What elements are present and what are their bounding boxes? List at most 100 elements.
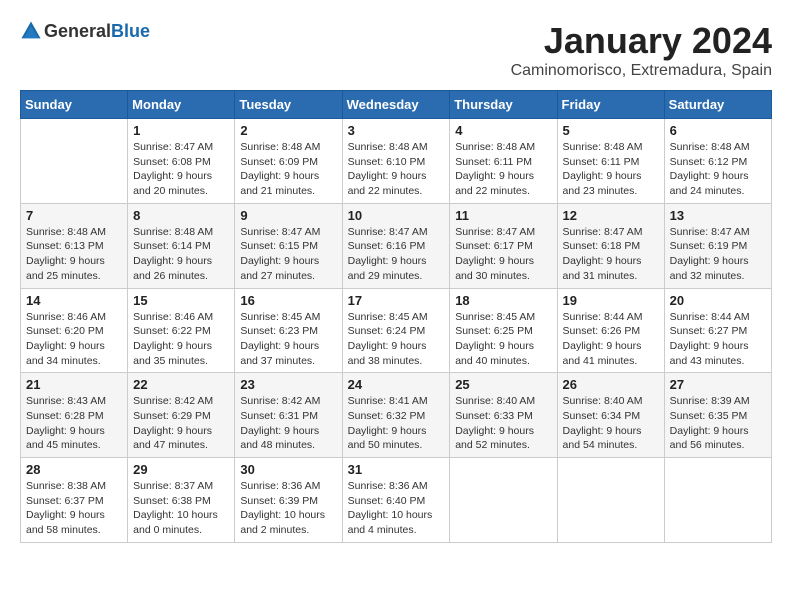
day-details: Sunrise: 8:47 AMSunset: 6:19 PMDaylight:…	[670, 225, 766, 284]
day-details: Sunrise: 8:47 AMSunset: 6:16 PMDaylight:…	[348, 225, 445, 284]
day-number: 1	[133, 123, 229, 138]
header-friday: Friday	[557, 91, 664, 119]
day-number: 2	[240, 123, 336, 138]
week-row-5: 28 Sunrise: 8:38 AMSunset: 6:37 PMDayligh…	[21, 458, 772, 543]
day-details: Sunrise: 8:48 AMSunset: 6:10 PMDaylight:…	[348, 140, 445, 199]
day-cell: 7Sunrise: 8:48 AMSunset: 6:13 PMDaylight…	[21, 203, 128, 288]
day-details: Sunrise: 8:43 AMSunset: 6:28 PMDaylight:…	[26, 394, 122, 453]
day-number: 14	[26, 293, 122, 308]
day-cell: 8Sunrise: 8:48 AMSunset: 6:14 PMDaylight…	[128, 203, 235, 288]
day-details: Sunrise: 8:48 AMSunset: 6:09 PMDaylight:…	[240, 140, 336, 199]
day-number: 24	[348, 377, 445, 392]
day-number: 27	[670, 377, 766, 392]
day-cell: 20Sunrise: 8:44 AMSunset: 6:27 PMDayligh…	[664, 288, 771, 373]
day-number: 23	[240, 377, 336, 392]
day-number: 31	[348, 462, 445, 477]
calendar-table: SundayMondayTuesdayWednesdayThursdayFrid…	[20, 90, 772, 543]
day-number: 29	[133, 462, 229, 477]
header-thursday: Thursday	[450, 91, 557, 119]
header-row: SundayMondayTuesdayWednesdayThursdayFrid…	[21, 91, 772, 119]
day-details: Sunrise: 8:47 AMSunset: 6:18 PMDaylight:…	[563, 225, 659, 284]
day-details: Sunrise: 8:39 AMSunset: 6:35 PMDaylight:…	[670, 394, 766, 453]
day-number: 12	[563, 208, 659, 223]
day-details: Sunrise: 8:45 AMSunset: 6:25 PMDaylight:…	[455, 310, 551, 369]
day-cell: 4 Sunrise: 8:48 AMSunset: 6:11 PMDaylight…	[450, 119, 557, 204]
day-cell: 2 Sunrise: 8:48 AMSunset: 6:09 PMDaylight…	[235, 119, 342, 204]
day-details: Sunrise: 8:48 AMSunset: 6:13 PMDaylight:…	[26, 225, 122, 284]
day-details: Sunrise: 8:42 AMSunset: 6:29 PMDaylight:…	[133, 394, 229, 453]
day-details: Sunrise: 8:40 AMSunset: 6:33 PMDaylight:…	[455, 394, 551, 453]
day-details: Sunrise: 8:44 AMSunset: 6:27 PMDaylight:…	[670, 310, 766, 369]
month-title: January 2024	[511, 20, 772, 62]
day-cell: 10 Sunrise: 8:47 AMSunset: 6:16 PMDayligh…	[342, 203, 450, 288]
week-row-1: 1 Sunrise: 8:47 AMSunset: 6:08 PMDaylight…	[21, 119, 772, 204]
location-subtitle: Caminomorisco, Extremadura, Spain	[511, 62, 772, 80]
day-cell: 25 Sunrise: 8:40 AMSunset: 6:33 PMDayligh…	[450, 373, 557, 458]
header-tuesday: Tuesday	[235, 91, 342, 119]
day-number: 3	[348, 123, 445, 138]
day-details: Sunrise: 8:48 AMSunset: 6:12 PMDaylight:…	[670, 140, 766, 199]
day-number: 19	[563, 293, 659, 308]
day-number: 25	[455, 377, 551, 392]
day-cell: 12 Sunrise: 8:47 AMSunset: 6:18 PMDayligh…	[557, 203, 664, 288]
day-number: 16	[240, 293, 336, 308]
day-number: 10	[348, 208, 445, 223]
day-cell	[21, 119, 128, 204]
day-details: Sunrise: 8:37 AMSunset: 6:38 PMDaylight:…	[133, 479, 229, 538]
day-details: Sunrise: 8:48 AMSunset: 6:14 PMDaylight:…	[133, 225, 229, 284]
day-cell: 27 Sunrise: 8:39 AMSunset: 6:35 PMDayligh…	[664, 373, 771, 458]
day-number: 11	[455, 208, 551, 223]
day-number: 4	[455, 123, 551, 138]
day-cell: 14Sunrise: 8:46 AMSunset: 6:20 PMDayligh…	[21, 288, 128, 373]
logo-blue: Blue	[111, 21, 150, 41]
week-row-3: 14Sunrise: 8:46 AMSunset: 6:20 PMDayligh…	[21, 288, 772, 373]
day-details: Sunrise: 8:44 AMSunset: 6:26 PMDaylight:…	[563, 310, 659, 369]
day-cell: 16 Sunrise: 8:45 AMSunset: 6:23 PMDayligh…	[235, 288, 342, 373]
day-number: 5	[563, 123, 659, 138]
week-row-4: 21 Sunrise: 8:43 AMSunset: 6:28 PMDayligh…	[21, 373, 772, 458]
header: GeneralBlue January 2024 Caminomorisco, …	[20, 20, 772, 80]
day-details: Sunrise: 8:48 AMSunset: 6:11 PMDaylight:…	[455, 140, 551, 199]
day-number: 13	[670, 208, 766, 223]
day-number: 15	[133, 293, 229, 308]
day-number: 22	[133, 377, 229, 392]
day-number: 18	[455, 293, 551, 308]
day-number: 28	[26, 462, 122, 477]
day-cell: 18 Sunrise: 8:45 AMSunset: 6:25 PMDayligh…	[450, 288, 557, 373]
day-cell: 24 Sunrise: 8:41 AMSunset: 6:32 PMDayligh…	[342, 373, 450, 458]
title-area: January 2024 Caminomorisco, Extremadura,…	[511, 20, 772, 80]
day-details: Sunrise: 8:36 AMSunset: 6:39 PMDaylight:…	[240, 479, 336, 538]
day-details: Sunrise: 8:48 AMSunset: 6:11 PMDaylight:…	[563, 140, 659, 199]
day-cell: 31 Sunrise: 8:36 AMSunset: 6:40 PMDayligh…	[342, 458, 450, 543]
day-cell: 11 Sunrise: 8:47 AMSunset: 6:17 PMDayligh…	[450, 203, 557, 288]
header-saturday: Saturday	[664, 91, 771, 119]
day-number: 21	[26, 377, 122, 392]
day-cell	[450, 458, 557, 543]
logo-text: GeneralBlue	[44, 21, 150, 42]
logo-icon	[20, 20, 42, 42]
day-details: Sunrise: 8:38 AMSunset: 6:37 PMDaylight:…	[26, 479, 122, 538]
day-cell: 29 Sunrise: 8:37 AMSunset: 6:38 PMDayligh…	[128, 458, 235, 543]
day-cell: 9 Sunrise: 8:47 AMSunset: 6:15 PMDaylight…	[235, 203, 342, 288]
day-details: Sunrise: 8:46 AMSunset: 6:22 PMDaylight:…	[133, 310, 229, 369]
day-details: Sunrise: 8:40 AMSunset: 6:34 PMDaylight:…	[563, 394, 659, 453]
day-cell: 28 Sunrise: 8:38 AMSunset: 6:37 PMDayligh…	[21, 458, 128, 543]
logo: GeneralBlue	[20, 20, 150, 42]
day-details: Sunrise: 8:41 AMSunset: 6:32 PMDaylight:…	[348, 394, 445, 453]
day-details: Sunrise: 8:36 AMSunset: 6:40 PMDaylight:…	[348, 479, 445, 538]
day-details: Sunrise: 8:47 AMSunset: 6:08 PMDaylight:…	[133, 140, 229, 199]
day-cell	[557, 458, 664, 543]
day-number: 26	[563, 377, 659, 392]
day-details: Sunrise: 8:47 AMSunset: 6:17 PMDaylight:…	[455, 225, 551, 284]
day-number: 9	[240, 208, 336, 223]
day-cell: 22 Sunrise: 8:42 AMSunset: 6:29 PMDayligh…	[128, 373, 235, 458]
day-details: Sunrise: 8:45 AMSunset: 6:23 PMDaylight:…	[240, 310, 336, 369]
day-cell: 30 Sunrise: 8:36 AMSunset: 6:39 PMDayligh…	[235, 458, 342, 543]
day-cell: 21 Sunrise: 8:43 AMSunset: 6:28 PMDayligh…	[21, 373, 128, 458]
day-number: 30	[240, 462, 336, 477]
day-details: Sunrise: 8:47 AMSunset: 6:15 PMDaylight:…	[240, 225, 336, 284]
day-details: Sunrise: 8:42 AMSunset: 6:31 PMDaylight:…	[240, 394, 336, 453]
day-cell: 5 Sunrise: 8:48 AMSunset: 6:11 PMDaylight…	[557, 119, 664, 204]
day-cell: 6Sunrise: 8:48 AMSunset: 6:12 PMDaylight…	[664, 119, 771, 204]
day-details: Sunrise: 8:45 AMSunset: 6:24 PMDaylight:…	[348, 310, 445, 369]
